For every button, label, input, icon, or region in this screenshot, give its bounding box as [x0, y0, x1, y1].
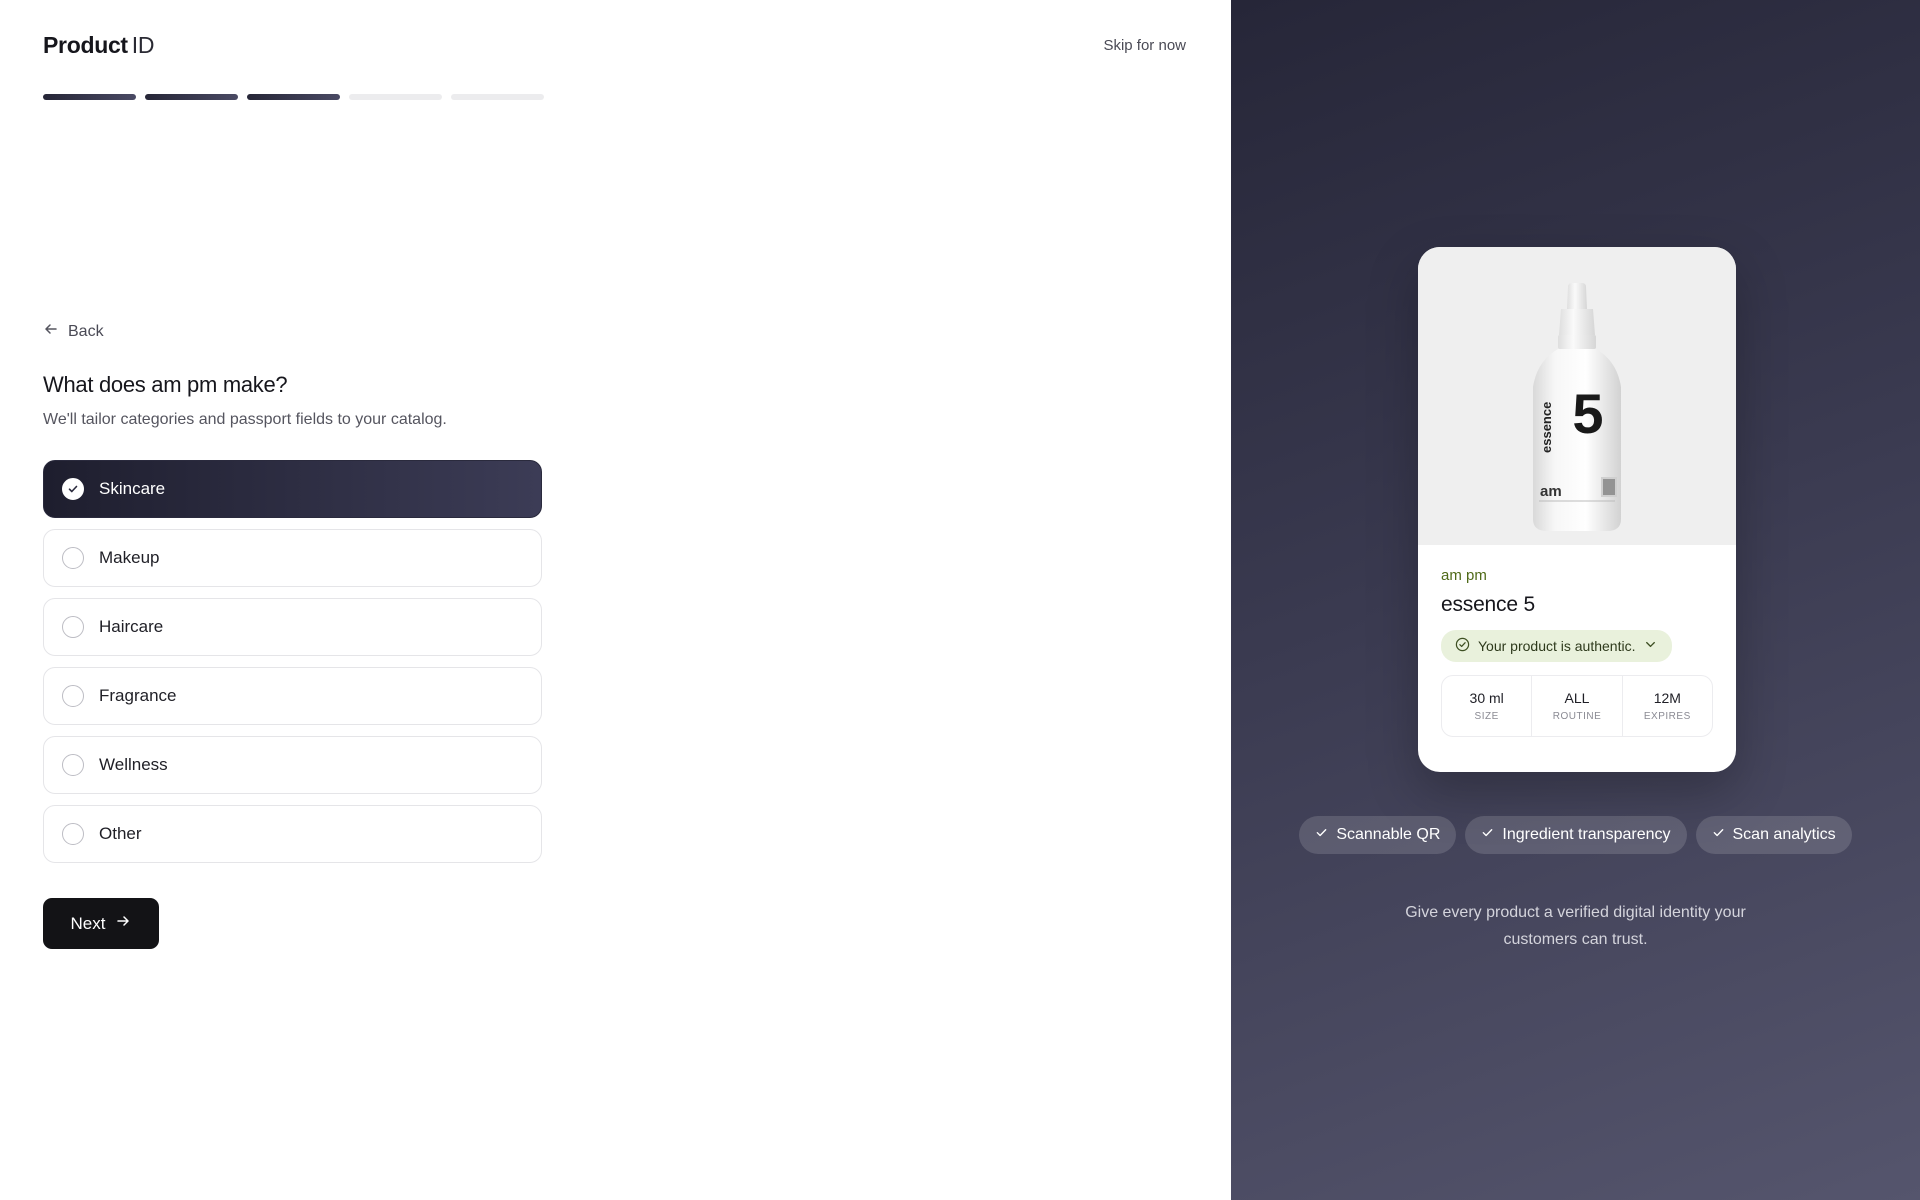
step-progress — [43, 94, 544, 100]
option-skincare[interactable]: Skincare — [43, 460, 542, 518]
authenticity-badge[interactable]: Your product is authentic. — [1441, 630, 1673, 662]
option-label: Skincare — [99, 479, 166, 498]
progress-segment-2 — [145, 94, 238, 100]
spec-size: 30 ml SIZE — [1442, 676, 1533, 736]
feature-label: Scannable QR — [1336, 826, 1441, 843]
spec-value: ALL — [1564, 690, 1590, 706]
feature-chip: Ingredient transparency — [1465, 816, 1687, 854]
progress-segment-1 — [43, 94, 136, 100]
next-label: Next — [70, 913, 106, 933]
product-image: 5 essence am — [1418, 247, 1736, 545]
bottle-word: essence — [1539, 402, 1554, 453]
option-label: Makeup — [99, 548, 160, 567]
skip-button[interactable]: Skip for now — [1103, 37, 1186, 54]
product-specs: 30 ml SIZE ALL ROUTINE 12M EXPIRES — [1441, 675, 1713, 737]
logo-light: ID — [131, 32, 155, 58]
arrow-right-icon — [115, 913, 131, 934]
option-makeup[interactable]: Makeup — [43, 529, 542, 587]
authenticity-text: Your product is authentic. — [1478, 638, 1636, 654]
bottle-illustration: 5 essence am — [1533, 283, 1621, 531]
spec-routine: ALL ROUTINE — [1532, 676, 1623, 736]
onboarding-panel: Product ID Skip for now Back What does am… — [0, 0, 1231, 1200]
option-haircare[interactable]: Haircare — [43, 598, 542, 656]
preview-panel: 5 essence am am pm essence 5 Your produc… — [1231, 0, 1920, 1200]
bottle-number: 5 — [1572, 382, 1603, 445]
check-circle-icon — [62, 478, 84, 500]
check-icon — [1315, 826, 1328, 844]
option-label: Fragrance — [99, 686, 177, 705]
option-label: Haircare — [99, 617, 164, 636]
check-icon — [1481, 826, 1494, 844]
spec-expires: 12M EXPIRES — [1623, 676, 1712, 736]
radio-icon — [62, 616, 84, 638]
feature-chip: Scannable QR — [1299, 816, 1457, 854]
question-title: What does am pm make? — [43, 372, 288, 397]
product-name: essence 5 — [1441, 593, 1535, 616]
tagline: Give every product a verified digital id… — [1405, 904, 1746, 948]
spec-label: ROUTINE — [1552, 711, 1602, 722]
feature-chips: Scannable QR Ingredient transparency Sca… — [1231, 816, 1920, 854]
radio-icon — [62, 823, 84, 845]
option-label: Other — [99, 824, 142, 843]
verified-check-icon — [1455, 637, 1470, 655]
radio-icon — [62, 547, 84, 569]
bottle-brand: am — [1540, 483, 1562, 500]
arrow-left-icon — [43, 321, 59, 342]
feature-label: Ingredient transparency — [1502, 826, 1671, 843]
option-label: Wellness — [99, 755, 168, 774]
back-button[interactable]: Back — [43, 321, 104, 342]
feature-chip: Scan analytics — [1695, 816, 1852, 854]
radio-icon — [62, 685, 84, 707]
option-other[interactable]: Other — [43, 805, 542, 863]
spec-value: 30 ml — [1469, 690, 1504, 706]
spec-label: SIZE — [1474, 711, 1499, 722]
feature-label: Scan analytics — [1732, 826, 1836, 843]
spec-value: 12M — [1653, 690, 1681, 706]
check-icon — [1712, 826, 1725, 844]
next-button[interactable]: Next — [43, 898, 159, 949]
logo-bold: Product — [43, 32, 128, 58]
category-options: Skincare Makeup Haircare Fragrance Welln… — [43, 460, 542, 863]
progress-segment-4 — [349, 94, 442, 100]
radio-icon — [62, 754, 84, 776]
progress-segment-3 — [247, 94, 340, 100]
option-fragrance[interactable]: Fragrance — [43, 667, 542, 725]
spec-label: EXPIRES — [1643, 711, 1691, 722]
product-passport-card: 5 essence am am pm essence 5 Your produc… — [1418, 247, 1736, 772]
question-subtitle: We'll tailor categories and passport fie… — [43, 411, 447, 428]
product-brand: am pm — [1441, 567, 1487, 584]
progress-segment-5 — [451, 94, 544, 100]
option-wellness[interactable]: Wellness — [43, 736, 542, 794]
back-label: Back — [68, 322, 104, 340]
chevron-down-icon — [1643, 637, 1658, 655]
app-logo: Product ID — [43, 32, 155, 59]
